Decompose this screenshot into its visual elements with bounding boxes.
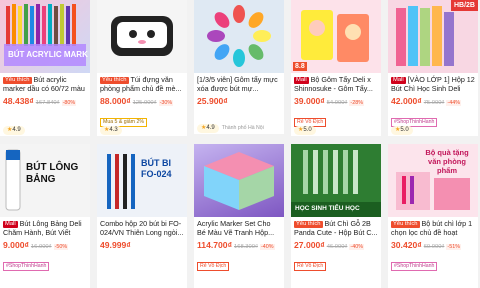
product-title[interactable]: Yêu thích Bộ bút chì lớp 1 chọn lọc chủ đ… [391,219,475,237]
product-title[interactable]: Yêu thích Bút acrylic marker dầu có 60/72… [3,75,87,93]
discount-badge: -44% [446,100,462,106]
product-image[interactable]: BÚT ACRYLIC MARK [0,0,90,73]
product-price: 114.700₫ [197,240,232,250]
product-price: 27.000₫ [294,240,325,250]
favorite-tag: Yêu thích [391,221,420,228]
location-label: Thành phố Hà Nội [221,125,264,131]
product-grid: BÚT ACRYLIC MARK Yêu thích Bút acrylic ma… [0,0,480,288]
original-price: 167.840₫ [35,100,60,106]
discount-badge: -40% [259,244,275,250]
product-image[interactable]: 8.8 [291,0,381,73]
sale-88-badge: 8.8 [293,62,307,71]
product-card[interactable]: [1/3/5 viên] Gôm tẩy mực xóa được bút mự… [194,0,284,134]
product-price: 42.000₫ [391,96,422,106]
product-title[interactable]: Mall Bộ Gôm Tẩy Deli x Shinnosuke - Gôm T… [294,75,378,93]
rating-badge: ★5.0 [391,126,413,135]
discount-badge: -30% [158,100,174,106]
product-title[interactable]: Mall Bút Lông Bảng Deli Chăm Hành, Bút Vi… [3,219,87,237]
product-card[interactable]: 8.8 Mall Bộ Gôm Tẩy Deli x Shinnosuke - G… [291,0,381,136]
original-price: 75.000₫ [423,100,445,106]
product-card[interactable]: Bộ quà tặng văn phòng phẩm Yêu thích Bộ b… [388,144,478,288]
product-image[interactable]: BÚT LÔNG BẢNG [0,144,90,217]
discount-badge: -51% [446,244,462,250]
product-price: 30.420₫ [391,240,422,250]
pencil-bag-illustration [111,16,173,56]
image-caption: BÚT ACRYLIC MARK [8,50,88,59]
product-card[interactable]: HB/2B Mall [VÀO LỚP 1] Hộp 12 Bút Chì Học… [388,0,478,136]
original-price: 125.000₫ [132,100,157,106]
grade-label: HB/2B [450,0,478,11]
image-caption: HỌC SINH TIỂU HỌC [295,205,360,212]
product-card[interactable]: BÚT LÔNG BẢNG Mall Bút Lông Bảng Deli Chă… [0,144,90,288]
original-price: 46.000₫ [326,244,348,250]
favorite-tag: Yêu thích [294,221,323,228]
product-image[interactable]: HỌC SINH TIỂU HỌC [291,144,381,217]
image-caption: BÚT BI FO-024 [141,158,172,179]
ballpoint-pens-illustration [107,154,135,209]
original-price: 168.300₫ [234,244,258,250]
product-image[interactable] [194,0,284,73]
rating-badge: ★4.9 [3,126,25,135]
discount-badge: -28% [349,100,365,106]
image-caption: Bộ quà tặng văn phòng phẩm [425,148,469,175]
product-title[interactable]: [1/3/5 viên] Gôm tẩy mực xóa được bút mự… [197,75,281,93]
product-title[interactable]: Yêu thích Túi đựng văn phòng phẩm chủ đề … [100,75,184,93]
product-price: 49.999₫ [100,240,131,250]
product-card[interactable]: Yêu thích Túi đựng văn phòng phẩm chủ đề … [97,0,187,136]
image-caption: BÚT LÔNG BẢNG [26,162,79,185]
marker-set-illustration [4,4,86,66]
original-price: 54.000₫ [326,100,348,106]
rating-badge: ★4.3 [100,126,122,135]
discount-badge: -50% [53,244,69,250]
rating-badge: ★5.0 [294,126,316,135]
product-title[interactable]: Acrylic Marker Set Cho Bé Màu Vẽ Tranh H… [197,219,281,237]
discount-badge: -80% [61,100,77,106]
original-price: 16.000₫ [30,244,52,250]
trend-chip: #ShopThinhHanh [391,262,438,271]
discount-badge: -40% [349,244,365,250]
product-card[interactable]: BÚT ACRYLIC MARK Yêu thích Bút acrylic ma… [0,0,90,136]
rating-badge: ★4.9 [197,124,219,133]
trend-chip: #ShopThinhHanh [3,262,50,271]
product-price: 48.438₫ [3,96,34,106]
promo-chip: Rẻ Vô Địch [294,262,327,271]
product-title[interactable]: Combo hộp 20 bút bi FO-024/VN Thiên Long… [100,219,184,237]
product-image[interactable]: HB/2B [388,0,478,73]
mall-tag: Mall [391,77,406,84]
product-card[interactable]: Acrylic Marker Set Cho Bé Màu Vẽ Tranh H… [194,144,284,288]
original-price: 60.000₫ [423,244,445,250]
product-image[interactable] [97,0,187,73]
product-image[interactable] [194,144,284,217]
favorite-tag: Yêu thích [100,77,129,84]
favorite-tag: Yêu thích [3,77,32,84]
product-price: 88.000₫ [100,96,131,106]
product-image[interactable]: Bộ quà tặng văn phòng phẩm [388,144,478,217]
product-card[interactable]: BÚT BI FO-024 Combo hộp 20 bút bi FO-024… [97,144,187,288]
mall-tag: Mall [3,221,18,228]
product-price: 39.000₫ [294,96,325,106]
product-price: 25.900₫ [197,96,228,106]
product-title[interactable]: Yêu thích Bút Chì Gỗ 2B Panda Cute - Hộp … [294,219,378,237]
erasers-illustration [207,5,271,67]
marker-cube-illustration [204,152,274,210]
product-price: 9.000₫ [3,240,29,250]
mall-tag: Mall [294,77,309,84]
product-image[interactable]: BÚT BI FO-024 [97,144,187,217]
promo-chip: Rẻ Vô Địch [197,262,230,271]
product-title[interactable]: Mall [VÀO LỚP 1] Hộp 12 Bút Chì Học Sinh … [391,75,475,93]
product-card[interactable]: HỌC SINH TIỂU HỌC Yêu thích Bút Chì Gỗ 2B… [291,144,381,288]
